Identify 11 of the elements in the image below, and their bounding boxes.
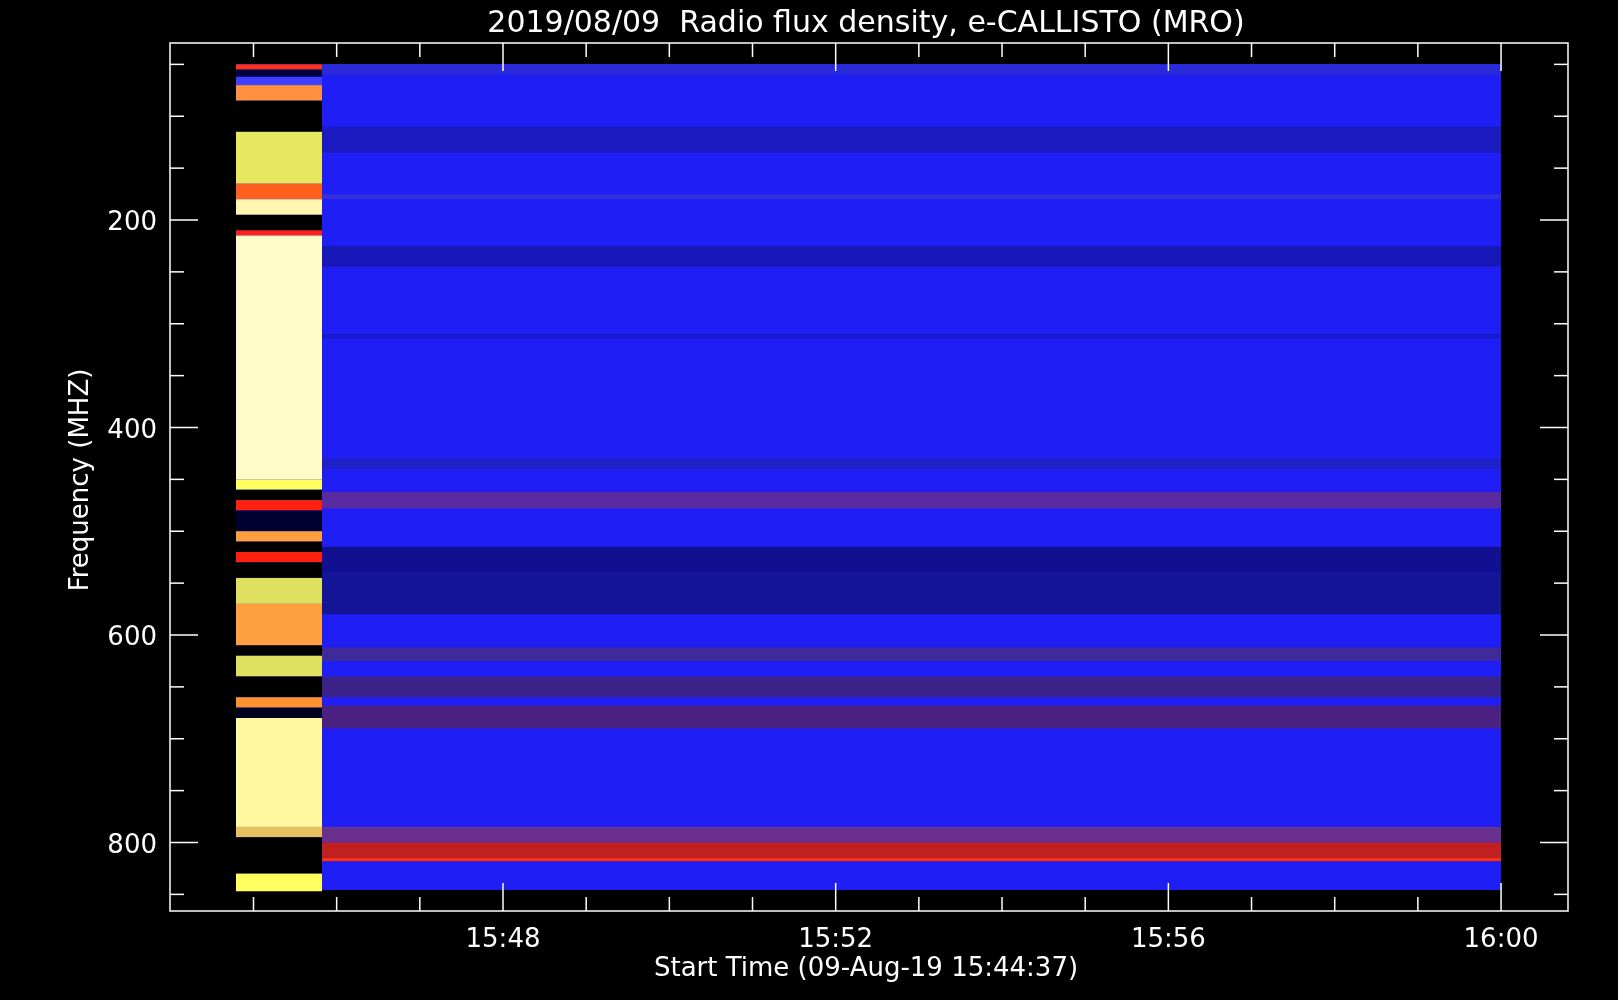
axis-tick-label: 15:48 xyxy=(465,923,541,953)
axis-title: Start Time (09-Aug-19 15:44:37) xyxy=(653,952,1079,982)
axis-tick-label: 16:00 xyxy=(1463,923,1539,953)
axis-tick-label: 15:52 xyxy=(798,923,874,953)
axis-tick-label: 200 xyxy=(107,206,157,236)
axis-tick-label: 800 xyxy=(107,828,157,859)
axis-tick-label: 400 xyxy=(107,413,157,444)
chart-title: 2019/08/09 Radio flux density, e-CALLISTO (MRO) xyxy=(487,4,1245,39)
axis-tick-label: 15:56 xyxy=(1130,923,1206,953)
axis-tick-label: 600 xyxy=(107,621,157,651)
axis-title: Frequency (MHZ) xyxy=(64,368,94,592)
